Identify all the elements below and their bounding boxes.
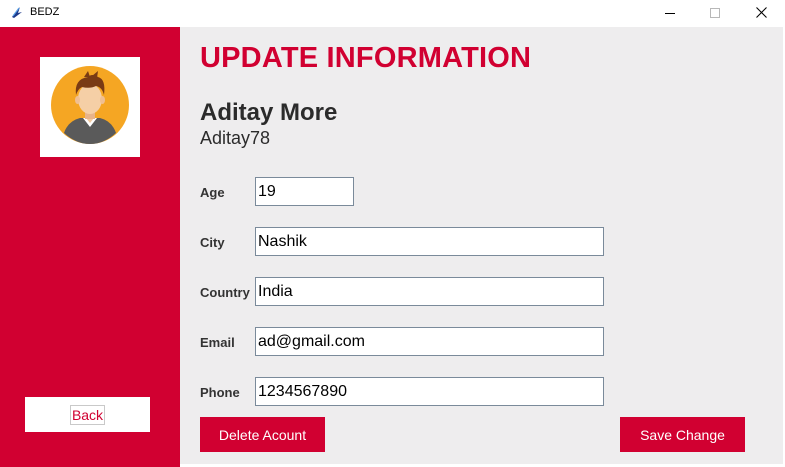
window-title: BEDZ xyxy=(30,6,60,18)
delete-account-button[interactable]: Delete Acount xyxy=(200,417,325,452)
main-panel: UPDATE INFORMATION Aditay More Aditay78 … xyxy=(180,27,783,464)
save-change-button[interactable]: Save Change xyxy=(620,417,745,452)
close-button[interactable] xyxy=(738,0,784,27)
close-icon xyxy=(755,5,767,23)
phone-label: Phone xyxy=(200,385,240,400)
email-label: Email xyxy=(200,335,235,350)
city-input[interactable] xyxy=(255,227,604,256)
country-label: Country xyxy=(200,285,250,300)
minimize-icon xyxy=(665,5,675,23)
sidebar: Back xyxy=(0,27,180,467)
user-full-name: Aditay More xyxy=(200,99,338,126)
country-input[interactable] xyxy=(255,277,604,306)
back-button-container: Back xyxy=(25,397,150,432)
title-bar: BEDZ xyxy=(0,0,785,27)
app-window: BEDZ Back UPDATE INFORMATION Aditay More… xyxy=(0,0,785,467)
maximize-icon xyxy=(710,5,720,23)
page-title: UPDATE INFORMATION xyxy=(200,42,532,74)
minimize-button[interactable] xyxy=(647,0,693,27)
phone-input[interactable] xyxy=(255,377,604,406)
app-feather-icon xyxy=(9,5,23,19)
back-button[interactable]: Back xyxy=(69,404,106,425)
age-label: Age xyxy=(200,185,225,200)
avatar xyxy=(40,57,140,157)
city-label: City xyxy=(200,235,225,250)
age-input[interactable] xyxy=(255,177,354,206)
maximize-button[interactable] xyxy=(692,0,738,27)
user-avatar-icon xyxy=(50,65,130,150)
email-input[interactable] xyxy=(255,327,604,356)
username: Aditay78 xyxy=(200,128,271,148)
